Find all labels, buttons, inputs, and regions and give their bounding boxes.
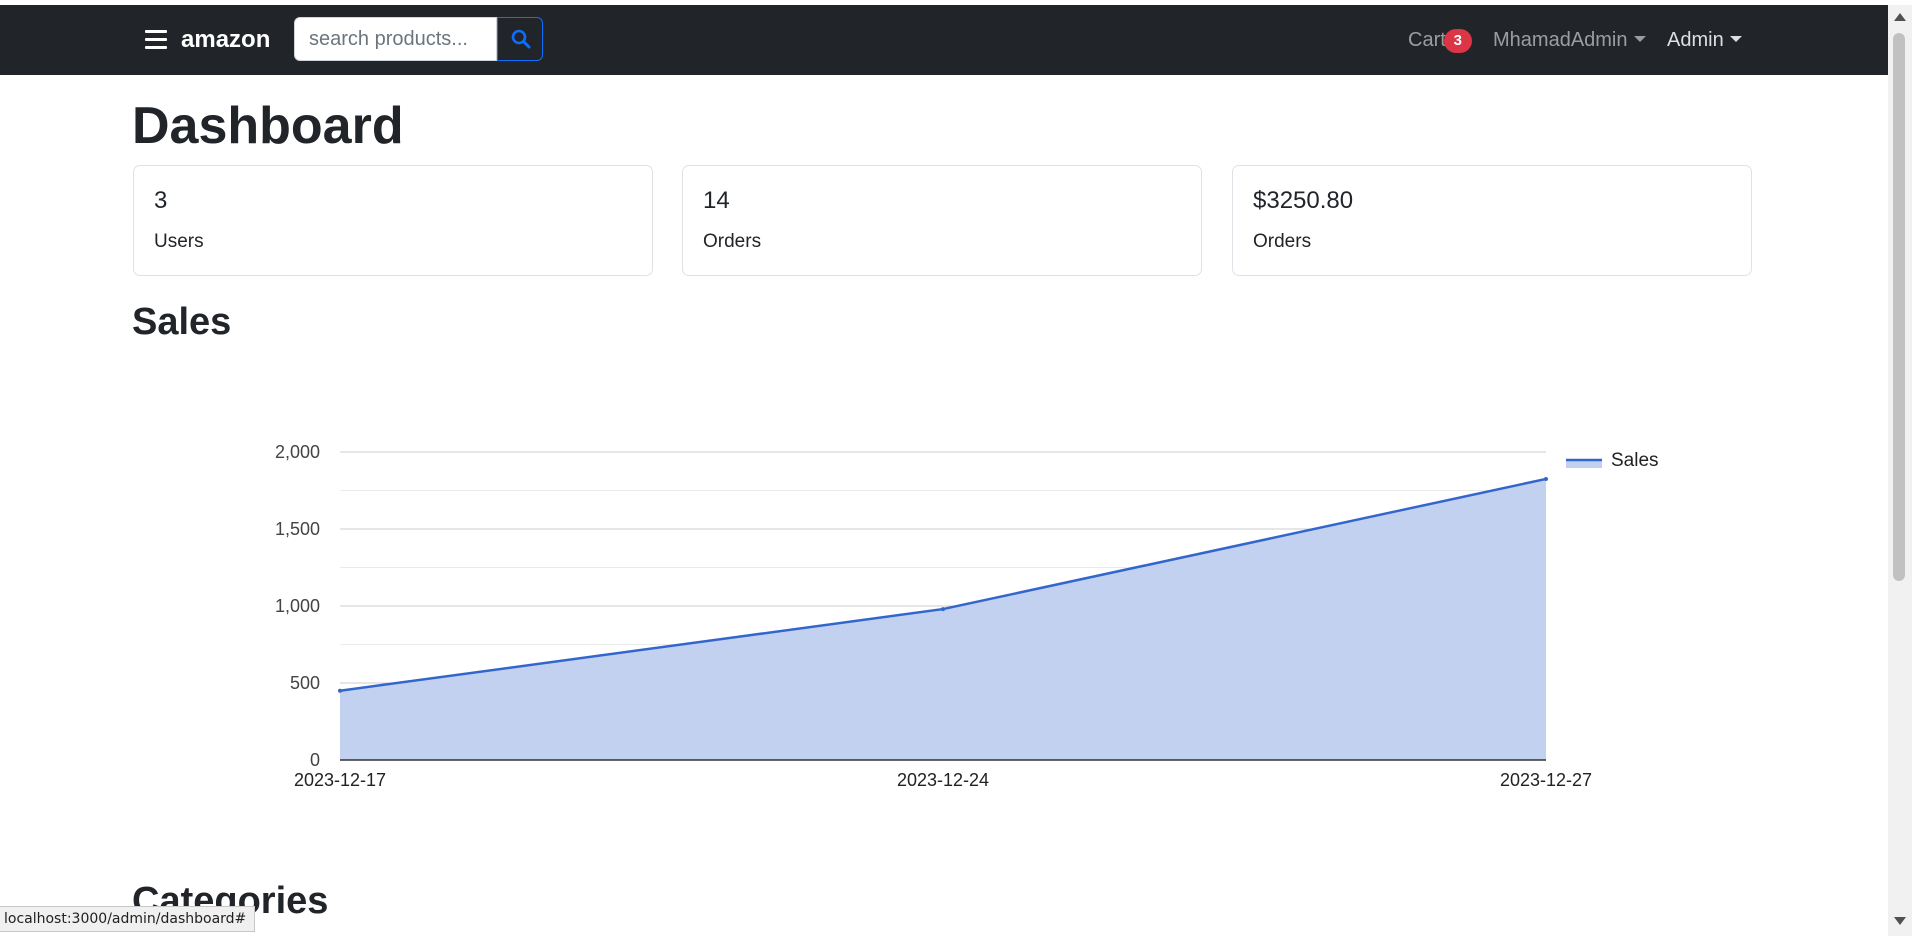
admin-menu-label: Admin xyxy=(1667,29,1724,51)
y-tick-label: 0 xyxy=(310,750,320,770)
stat-card-orders: 14 Orders xyxy=(682,165,1202,276)
y-tick-label: 500 xyxy=(290,673,320,693)
sales-data-point xyxy=(338,688,342,693)
user-menu-dropdown[interactable]: MhamadAdmin xyxy=(1493,27,1646,53)
cart-link[interactable]: Cart 3 xyxy=(1408,27,1472,53)
stat-value: $3250.80 xyxy=(1253,187,1354,214)
sales-area-fill xyxy=(340,478,1546,760)
hamburger-menu-icon[interactable] xyxy=(145,30,167,50)
y-tick-label: 1,000 xyxy=(275,596,320,616)
admin-menu-dropdown[interactable]: Admin xyxy=(1667,27,1742,53)
search-icon xyxy=(511,29,531,49)
scroll-thumb[interactable] xyxy=(1893,33,1905,581)
sales-data-point xyxy=(1544,476,1548,481)
browser-page: amazon Cart3 MhamadAdmin Admin Dashboard… xyxy=(0,0,1912,936)
cart-label: Cart xyxy=(1408,29,1446,51)
stat-label: Orders xyxy=(1253,231,1312,252)
x-tick-label: 2023-12-17 xyxy=(294,770,386,790)
vertical-scrollbar[interactable] xyxy=(1888,5,1912,936)
stat-card-users: 3 Users xyxy=(133,165,653,276)
x-tick-label: 2023-12-24 xyxy=(897,770,989,790)
brand-logo[interactable]: amazon xyxy=(181,26,270,54)
stat-label: Users xyxy=(154,231,204,252)
stat-value: 3 xyxy=(154,187,168,214)
x-tick-label: 2023-12-27 xyxy=(1500,770,1592,790)
legend-label: Sales xyxy=(1611,450,1659,471)
cart-count-badge: 3 xyxy=(1443,29,1472,53)
search-input[interactable] xyxy=(294,17,497,61)
search-button[interactable] xyxy=(497,17,543,61)
stat-label: Orders xyxy=(703,231,762,252)
user-menu-label: MhamadAdmin xyxy=(1493,29,1628,51)
y-tick-label: 1,500 xyxy=(275,519,320,539)
stat-card-revenue: $3250.80 Orders xyxy=(1232,165,1752,276)
sales-data-point xyxy=(941,607,945,612)
status-bar-url: localhost:3000/admin/dashboard# xyxy=(0,906,256,932)
scroll-up-arrow-icon[interactable] xyxy=(1894,13,1906,21)
stat-value: 14 xyxy=(703,187,730,214)
chevron-down-icon xyxy=(1729,36,1742,42)
y-tick-label: 2,000 xyxy=(275,442,320,462)
scroll-down-arrow-icon[interactable] xyxy=(1894,917,1906,925)
sales-area-chart: 0 500 1,000 1,500 2,000 2023-12-17 2023-12-24 2… xyxy=(275,442,1659,790)
chevron-down-icon xyxy=(1633,36,1646,42)
sales-heading: Sales xyxy=(132,301,232,343)
top-navbar: amazon Cart3 MhamadAdmin Admin xyxy=(0,5,1888,75)
page-title: Dashboard xyxy=(132,97,404,155)
